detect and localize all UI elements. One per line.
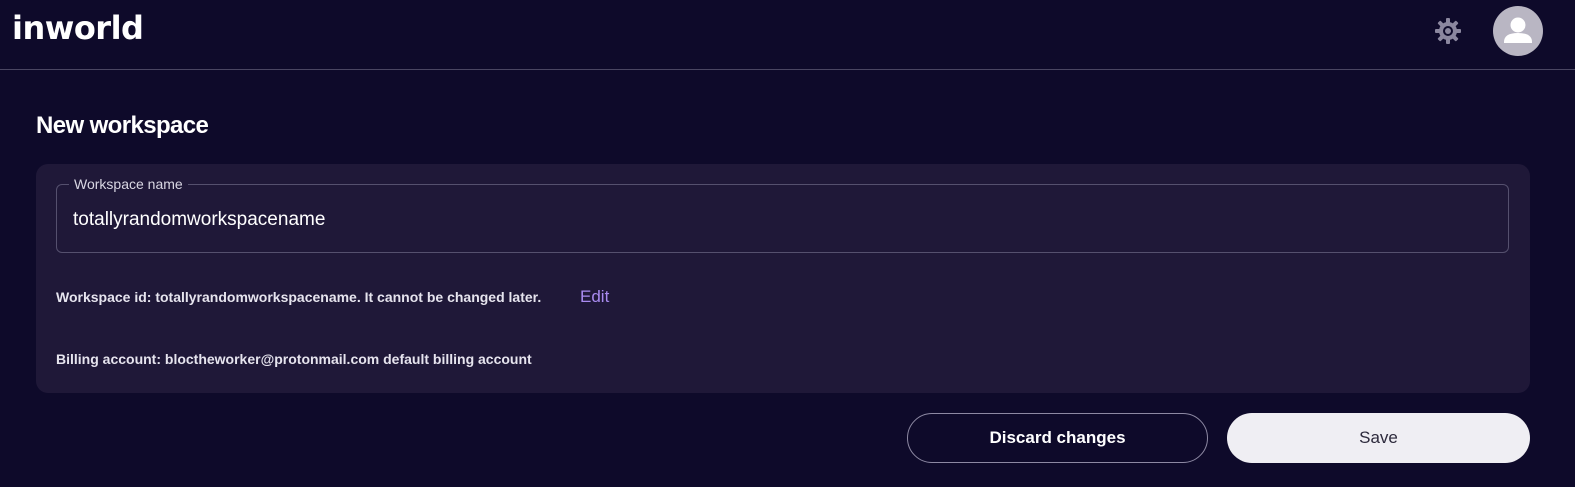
workspace-name-input[interactable] (73, 205, 1473, 235)
discard-changes-button[interactable]: Discard changes (907, 413, 1208, 463)
inworld-logo[interactable]: inworld (12, 8, 144, 48)
user-avatar[interactable] (1493, 6, 1543, 56)
workspace-name-label: Workspace name (69, 175, 188, 193)
workspace-id-text: Workspace id: totallyrandomworkspacename… (56, 289, 542, 305)
billing-account-text: Billing account: bloctheworker@protonmai… (56, 351, 532, 367)
workspace-name-field[interactable]: Workspace name (56, 175, 1509, 253)
page-title: New workspace (36, 112, 209, 139)
gear-icon[interactable] (1433, 16, 1463, 46)
user-icon (1504, 17, 1532, 43)
save-button[interactable]: Save (1227, 413, 1530, 463)
top-header: inworld (0, 0, 1575, 70)
workspace-form-card: Workspace name Workspace id: totallyrand… (36, 164, 1530, 393)
edit-workspace-id-link[interactable]: Edit (580, 287, 609, 307)
